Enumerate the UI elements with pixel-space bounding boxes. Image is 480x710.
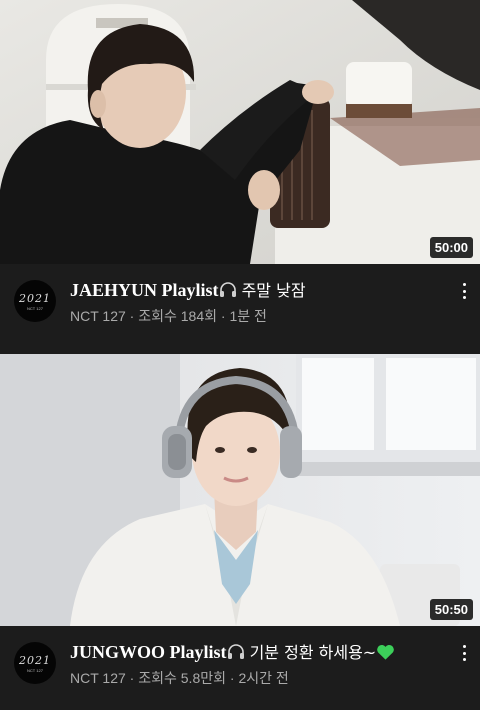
video-meta: 2021 NCT 127 JUNGWOO Playlist 기분 정환 하세용~… xyxy=(0,626,480,710)
more-options-icon[interactable] xyxy=(457,643,471,663)
channel-name[interactable]: NCT 127 xyxy=(70,670,126,686)
video-duration: 50:00 xyxy=(429,237,473,258)
video-title[interactable]: JUNGWOO Playlist 기분 정환 하세용~ xyxy=(70,641,440,664)
thumbnail-image xyxy=(0,0,480,264)
video-thumbnail[interactable]: 50:00 xyxy=(0,0,480,264)
green-heart-icon xyxy=(377,645,395,660)
video-feed: 50:00 2021 NCT 127 JAEHYUN Playlist 주말 낮… xyxy=(0,0,480,710)
video-duration: 50:50 xyxy=(429,599,473,620)
channel-avatar[interactable]: 2021 NCT 127 xyxy=(14,642,56,684)
video-title-main: JAEHYUN Playlist xyxy=(70,280,219,300)
channel-avatar[interactable]: 2021 NCT 127 xyxy=(14,280,56,322)
headphone-icon xyxy=(219,282,236,297)
video-card[interactable]: 50:50 2021 NCT 127 JUNGWOO Playlist 기분 정… xyxy=(0,354,480,710)
headphone-icon xyxy=(227,644,244,659)
upload-age: 1분 전 xyxy=(229,308,267,324)
upload-age: 2시간 전 xyxy=(238,670,289,686)
more-options-icon[interactable] xyxy=(457,281,471,301)
video-title-suffix: 주말 낮잠 xyxy=(236,281,306,300)
video-card[interactable]: 50:00 2021 NCT 127 JAEHYUN Playlist 주말 낮… xyxy=(0,0,480,354)
stats-separator: · xyxy=(125,308,139,324)
video-stats: NCT 127 · 조회수 184회 · 1분 전 xyxy=(70,307,267,325)
video-title-suffix: 기분 정환 하세용~ xyxy=(244,643,377,662)
stats-separator: · xyxy=(226,670,239,686)
stats-separator: · xyxy=(125,670,139,686)
view-count: 조회수 184회 xyxy=(138,308,218,324)
thumbnail-image xyxy=(0,354,480,626)
video-title[interactable]: JAEHYUN Playlist 주말 낮잠 xyxy=(70,279,440,302)
channel-name[interactable]: NCT 127 xyxy=(70,308,126,324)
avatar-logo-sub: NCT 127 xyxy=(27,668,43,673)
video-meta: 2021 NCT 127 JAEHYUN Playlist 주말 낮잠 NCT … xyxy=(0,264,480,354)
video-thumbnail[interactable]: 50:50 xyxy=(0,354,480,626)
avatar-logo-sub: NCT 127 xyxy=(27,306,43,311)
avatar-logo: 2021 xyxy=(19,654,51,667)
view-count: 조회수 5.8만회 xyxy=(138,670,226,686)
stats-separator: · xyxy=(217,308,230,324)
video-title-main: JUNGWOO Playlist xyxy=(70,642,227,662)
video-stats: NCT 127 · 조회수 5.8만회 · 2시간 전 xyxy=(70,669,289,687)
avatar-logo: 2021 xyxy=(19,292,51,305)
